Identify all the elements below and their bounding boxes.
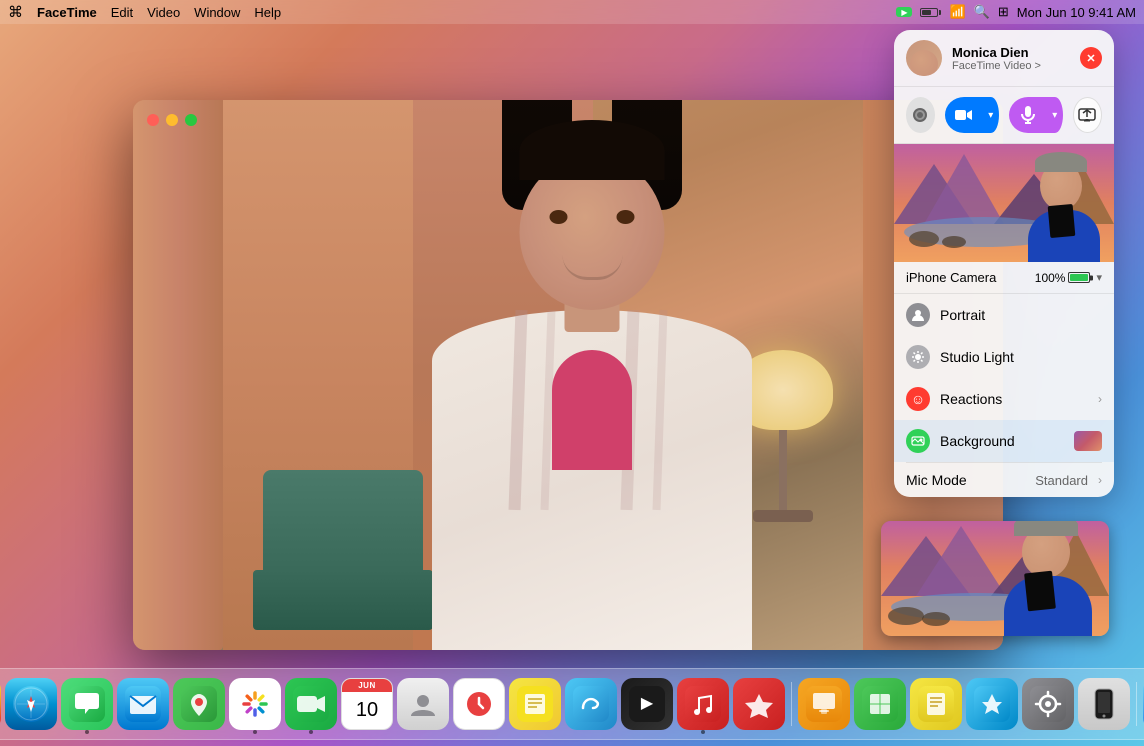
- dock-iphone-mirroring[interactable]: [1078, 678, 1130, 730]
- dock-separator-2: [1136, 682, 1137, 726]
- apple-logo-icon[interactable]: ⌘: [8, 3, 23, 21]
- contact-info: Monica Dien FaceTime Video >: [952, 45, 1070, 72]
- video-control-group: ▾: [945, 97, 999, 133]
- portrait-menu-item[interactable]: Portrait: [894, 294, 1114, 336]
- fullscreen-button[interactable]: [185, 114, 197, 126]
- dock-music[interactable]: [677, 678, 729, 730]
- dock-launchpad[interactable]: [0, 678, 1, 730]
- dock-maps[interactable]: [173, 678, 225, 730]
- controls-row: ▾ ▾: [894, 87, 1114, 144]
- dock-freeform[interactable]: [565, 678, 617, 730]
- dock-app-store[interactable]: [966, 678, 1018, 730]
- menubar-help[interactable]: Help: [254, 5, 281, 20]
- panel-header: Monica Dien FaceTime Video > ✕: [894, 30, 1114, 87]
- dock-apple-tv[interactable]: ▶: [621, 678, 673, 730]
- reactions-menu-item[interactable]: ☺ Reactions ›: [894, 378, 1114, 420]
- dock-keynote[interactable]: [798, 678, 850, 730]
- dock-mail[interactable]: [117, 678, 169, 730]
- dock-reminders[interactable]: [453, 678, 505, 730]
- battery-indicator: 100%: [1035, 271, 1091, 285]
- menubar-time: Mon Jun 10 9:41 AM: [1017, 5, 1136, 20]
- portrait-label: Portrait: [940, 307, 1102, 323]
- dock-news[interactable]: [733, 678, 785, 730]
- background-label: Background: [940, 433, 1064, 449]
- share-screen-button[interactable]: [1073, 97, 1102, 133]
- dock-messages[interactable]: [61, 678, 113, 730]
- video-preview: [894, 144, 1114, 262]
- dock: JUN 10 ▶: [0, 668, 1144, 740]
- camera-right: 100% ▾: [1035, 271, 1102, 285]
- reactions-label: Reactions: [940, 391, 1088, 407]
- control-center-icon[interactable]: ⊞: [998, 4, 1009, 20]
- video-chevron-icon[interactable]: ▾: [983, 97, 999, 133]
- mic-mode-value: Standard: [1035, 473, 1088, 488]
- traffic-lights: [147, 114, 197, 126]
- dock-contacts[interactable]: [397, 678, 449, 730]
- main-person: [352, 130, 832, 650]
- facetime-indicator-icon: ▶: [896, 7, 912, 17]
- dock-numbers[interactable]: [854, 678, 906, 730]
- background-thumbnail: [1074, 431, 1102, 451]
- dock-safari[interactable]: [5, 678, 57, 730]
- effects-button[interactable]: [906, 97, 935, 133]
- dock-pages[interactable]: [910, 678, 962, 730]
- self-view-thumbnail: [881, 521, 1109, 636]
- curtain-left: [133, 100, 223, 650]
- svg-text:▶: ▶: [641, 695, 654, 712]
- calendar-month: JUN: [342, 679, 392, 692]
- menubar-right: ▶ 📶 🔍 ⊞ Mon Jun 10 9:41 AM: [896, 4, 1136, 20]
- mic-mode-chevron-icon: ›: [1098, 473, 1102, 487]
- reactions-chevron-icon: ›: [1098, 392, 1102, 406]
- menubar-video[interactable]: Video: [147, 5, 180, 20]
- contact-subtitle: FaceTime Video >: [952, 60, 1070, 72]
- menubar-window[interactable]: Window: [194, 5, 240, 20]
- wifi-icon: 📶: [949, 4, 965, 20]
- mic-button[interactable]: [1009, 97, 1047, 133]
- dock-system-preferences[interactable]: [1022, 678, 1074, 730]
- mic-chevron-icon[interactable]: ▾: [1047, 97, 1063, 133]
- close-button[interactable]: [147, 114, 159, 126]
- dock-photos[interactable]: [229, 678, 281, 730]
- self-view-person: [1004, 526, 1104, 636]
- mic-mode-row[interactable]: Mic Mode Standard ›: [894, 463, 1114, 497]
- background-menu-item[interactable]: Background: [894, 420, 1114, 462]
- dock-notes[interactable]: [509, 678, 561, 730]
- reactions-icon: ☺: [906, 387, 930, 411]
- menubar-edit[interactable]: Edit: [111, 5, 133, 20]
- battery-percent: 100%: [1035, 271, 1066, 285]
- control-panel: Monica Dien FaceTime Video > ✕ ▾: [894, 30, 1114, 497]
- studio-light-label: Studio Light: [940, 349, 1102, 365]
- mic-mode-label: Mic Mode: [906, 472, 1025, 488]
- studio-light-menu-item[interactable]: Studio Light: [894, 336, 1114, 378]
- dock-separator: [791, 682, 792, 726]
- video-button[interactable]: [945, 97, 983, 133]
- preview-person: [1024, 162, 1104, 262]
- studio-light-icon: [906, 345, 930, 369]
- dock-calendar[interactable]: JUN 10: [341, 678, 393, 730]
- menubar-left: ⌘ FaceTime Edit Video Window Help: [8, 3, 281, 21]
- calendar-day: 10: [356, 692, 378, 729]
- camera-label: iPhone Camera: [906, 270, 996, 285]
- camera-chevron-icon[interactable]: ▾: [1096, 271, 1102, 284]
- contact-avatar: [906, 40, 942, 76]
- mic-control-group: ▾: [1009, 97, 1063, 133]
- menubar-app-name[interactable]: FaceTime: [37, 5, 97, 20]
- minimize-button[interactable]: [166, 114, 178, 126]
- dock-facetime[interactable]: [285, 678, 337, 730]
- contact-name: Monica Dien: [952, 45, 1070, 60]
- search-icon[interactable]: 🔍: [974, 4, 990, 20]
- battery-icon: [920, 8, 941, 17]
- background-icon: [906, 429, 930, 453]
- facetime-window: [133, 100, 1003, 650]
- menubar: ⌘ FaceTime Edit Video Window Help ▶ 📶 🔍 …: [0, 0, 1144, 24]
- close-button[interactable]: ✕: [1080, 47, 1102, 69]
- portrait-icon: [906, 303, 930, 327]
- camera-row: iPhone Camera 100% ▾: [894, 262, 1114, 294]
- battery-icon: [1068, 272, 1090, 283]
